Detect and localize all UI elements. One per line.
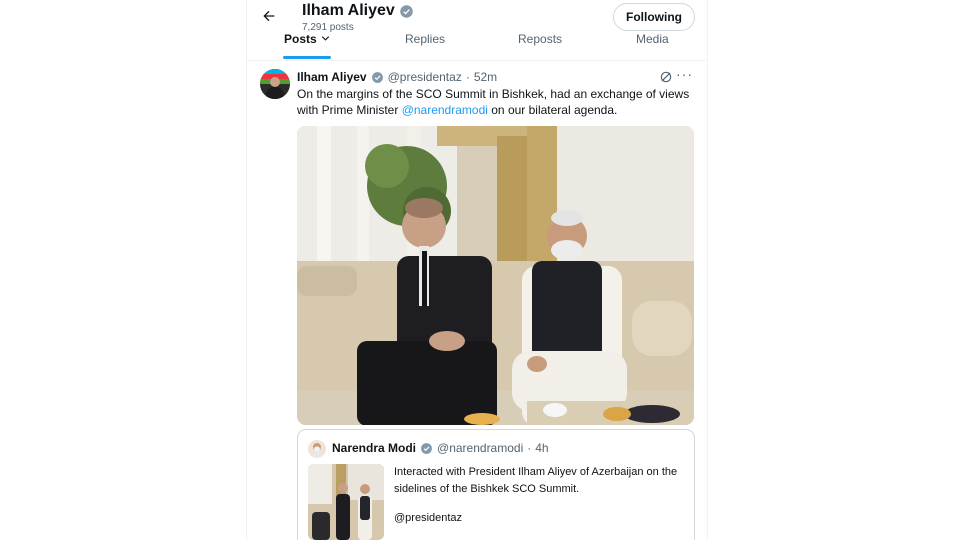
tab-media[interactable]: Media bbox=[636, 32, 669, 46]
profile-name: Ilham Aliyev bbox=[302, 2, 414, 20]
verified-badge-icon bbox=[399, 4, 414, 19]
tweet-text-end: on our bilateral agenda. bbox=[487, 102, 618, 117]
tweet-mention[interactable]: @narendramodi bbox=[402, 103, 488, 117]
tweet-handle[interactable]: @presidentaz bbox=[388, 70, 462, 84]
quoted-author-avatar[interactable] bbox=[308, 440, 326, 458]
chevron-down-icon bbox=[320, 32, 331, 46]
author-avatar[interactable] bbox=[260, 69, 290, 99]
quoted-handle[interactable]: @narendramodi bbox=[437, 441, 523, 455]
following-button[interactable]: Following bbox=[613, 3, 695, 31]
verified-badge-icon bbox=[371, 71, 384, 84]
tweet-time[interactable]: 52m bbox=[474, 70, 497, 84]
tab-posts-label: Posts bbox=[284, 32, 317, 46]
verified-badge-icon bbox=[420, 442, 433, 455]
quoted-tweet-text: Interacted with President Ilham Aliyev o… bbox=[394, 466, 678, 495]
quoted-tweet-header: Narendra Modi @narendramodi · 4h bbox=[332, 441, 549, 455]
quoted-separator: · bbox=[527, 441, 532, 455]
tweet-header: Ilham Aliyev @presidentaz · 52m bbox=[297, 70, 497, 84]
tweet-author-name[interactable]: Ilham Aliyev bbox=[297, 70, 367, 84]
tab-posts[interactable]: Posts bbox=[284, 32, 331, 46]
active-tab-indicator bbox=[283, 56, 331, 59]
quoted-author-name[interactable]: Narendra Modi bbox=[332, 441, 416, 455]
tweet-photo[interactable] bbox=[297, 126, 694, 425]
more-dots-icon[interactable]: ··· bbox=[676, 66, 693, 82]
quoted-time: 4h bbox=[535, 441, 549, 455]
profile-column: Ilham Aliyev 7,291 posts Following Posts… bbox=[246, 0, 708, 540]
grok-icon[interactable] bbox=[659, 70, 673, 84]
profile-name-text: Ilham Aliyev bbox=[302, 2, 395, 19]
quoted-photo-thumbnail[interactable] bbox=[308, 464, 384, 540]
tab-replies[interactable]: Replies bbox=[405, 32, 445, 46]
tweet-separator: · bbox=[465, 70, 470, 84]
quoted-tweet[interactable]: Narendra Modi @narendramodi · 4h Interac… bbox=[297, 429, 695, 540]
tab-reposts[interactable]: Reposts bbox=[518, 32, 562, 46]
tweet-text: On the margins of the SCO Summit in Bish… bbox=[297, 87, 692, 118]
back-arrow-icon[interactable] bbox=[261, 8, 283, 26]
quoted-mention[interactable]: @presidentaz bbox=[394, 512, 462, 524]
